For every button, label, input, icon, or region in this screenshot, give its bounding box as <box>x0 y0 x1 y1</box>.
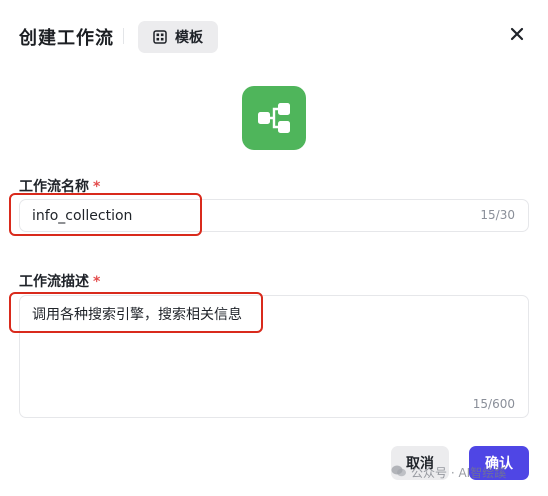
description-label-text: 工作流描述 <box>19 274 89 290</box>
name-field-label: 工作流名称 * <box>19 176 100 196</box>
description-char-counter: 15/600 <box>472 397 515 411</box>
close-icon[interactable] <box>507 24 527 44</box>
cancel-button[interactable]: 取消 <box>391 446 449 480</box>
description-textarea-value: 调用各种搜索引擎，搜索相关信息 <box>32 307 242 323</box>
description-textarea[interactable]: 调用各种搜索引擎，搜索相关信息 15/600 <box>19 295 529 418</box>
template-button[interactable]: 模板 <box>138 21 218 53</box>
description-field-label: 工作流描述 * <box>19 271 100 291</box>
name-label-text: 工作流名称 <box>19 179 89 195</box>
dialog-title: 创建工作流 <box>19 28 114 49</box>
required-mark: * <box>93 179 101 195</box>
required-mark: * <box>93 274 101 290</box>
name-input[interactable]: info_collection 15/30 <box>19 199 529 232</box>
name-char-counter: 15/30 <box>480 208 515 222</box>
grid-icon <box>153 30 167 44</box>
name-input-value: info_collection <box>32 208 133 224</box>
confirm-button[interactable]: 确认 <box>469 446 529 480</box>
template-button-label: 模板 <box>175 30 203 46</box>
dialog-header: 创建工作流 模板 <box>0 0 548 72</box>
workflow-icon <box>242 86 306 150</box>
header-divider <box>123 28 124 44</box>
